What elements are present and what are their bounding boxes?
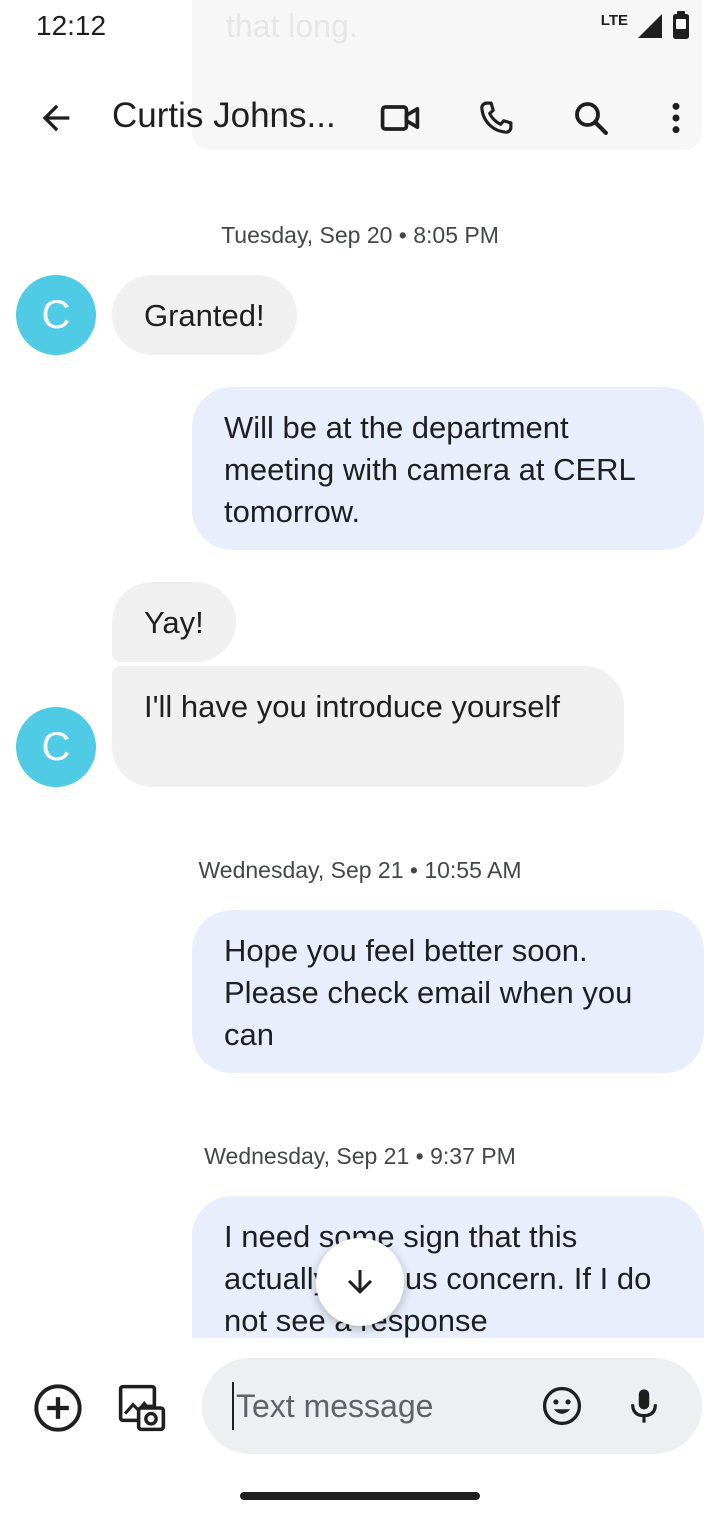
- network-type: LTE: [600, 12, 628, 29]
- date-separator: Wednesday, Sep 21 • 9:37 PM: [204, 1143, 516, 1169]
- date-separator: Wednesday, Sep 21 • 10:55 AM: [198, 857, 522, 883]
- arrow-down-icon: [348, 1270, 372, 1294]
- voice-input-button[interactable]: [614, 1376, 674, 1436]
- cell-signal-icon: [636, 10, 664, 45]
- call-button[interactable]: [466, 88, 526, 148]
- message-input[interactable]: [232, 1382, 526, 1430]
- phone-icon: [480, 101, 513, 134]
- message-text: I'll have you introduce yourself: [144, 689, 561, 724]
- contact-name[interactable]: Curtis Johns...: [112, 96, 352, 136]
- app-bar: Curtis Johns...: [0, 70, 720, 166]
- message-bubble-outgoing[interactable]: Will be at the department meeting with c…: [192, 387, 704, 550]
- contact-avatar[interactable]: C: [16, 707, 96, 787]
- video-call-icon: [380, 105, 420, 131]
- message-text: I need some sign that this actually seri…: [224, 1219, 652, 1338]
- more-vert-icon: [672, 102, 680, 134]
- battery-icon: [672, 10, 690, 45]
- emoji-icon: [542, 1386, 582, 1426]
- message-bubble-incoming[interactable]: Granted!: [112, 275, 297, 355]
- mic-icon: [631, 1389, 657, 1423]
- add-circle-icon: [34, 1384, 82, 1432]
- gallery-icon: [118, 1384, 166, 1432]
- contact-avatar[interactable]: C: [16, 275, 96, 355]
- message-bubble-outgoing[interactable]: Hope you feel better soon. Please check …: [192, 910, 704, 1073]
- avatar-letter: C: [41, 292, 71, 337]
- search-button[interactable]: [561, 88, 621, 148]
- emoji-button[interactable]: [532, 1376, 592, 1436]
- avatar-letter: C: [41, 724, 71, 769]
- add-attachment-button[interactable]: [28, 1378, 88, 1438]
- status-bar: 12:12 LTE: [0, 0, 720, 56]
- status-icons: LTE: [601, 10, 690, 45]
- search-icon: [575, 102, 608, 135]
- message-text: Granted!: [144, 298, 265, 333]
- back-button[interactable]: [26, 88, 86, 148]
- conversation-list[interactable]: Tuesday, Sep 20 • 8:05 PM C Granted! Wil…: [0, 170, 720, 1338]
- status-time: 12:12: [36, 10, 107, 41]
- video-call-button[interactable]: [370, 88, 430, 148]
- message-text: Will be at the department meeting with c…: [224, 410, 635, 529]
- scroll-to-bottom-button[interactable]: [316, 1238, 404, 1326]
- message-text: Yay!: [144, 605, 204, 640]
- messages-screen: that long. eness 12:12 LTE Curtis Johns.…: [0, 0, 720, 1520]
- message-composer: [0, 1338, 720, 1478]
- message-bubble-outgoing[interactable]: I need some sign that this actually seri…: [192, 1196, 704, 1338]
- message-bubble-incoming[interactable]: Yay!: [112, 582, 236, 662]
- date-separator: Tuesday, Sep 20 • 8:05 PM: [221, 222, 499, 248]
- home-indicator[interactable]: [240, 1492, 480, 1500]
- message-bubble-incoming[interactable]: I'll have you introduce yourself: [112, 666, 624, 787]
- message-text: Hope you feel better soon. Please check …: [224, 933, 633, 1052]
- more-options-button[interactable]: [646, 88, 706, 148]
- message-input-container: [202, 1358, 702, 1454]
- gallery-button[interactable]: [112, 1378, 172, 1438]
- arrow-back-icon: [42, 104, 70, 132]
